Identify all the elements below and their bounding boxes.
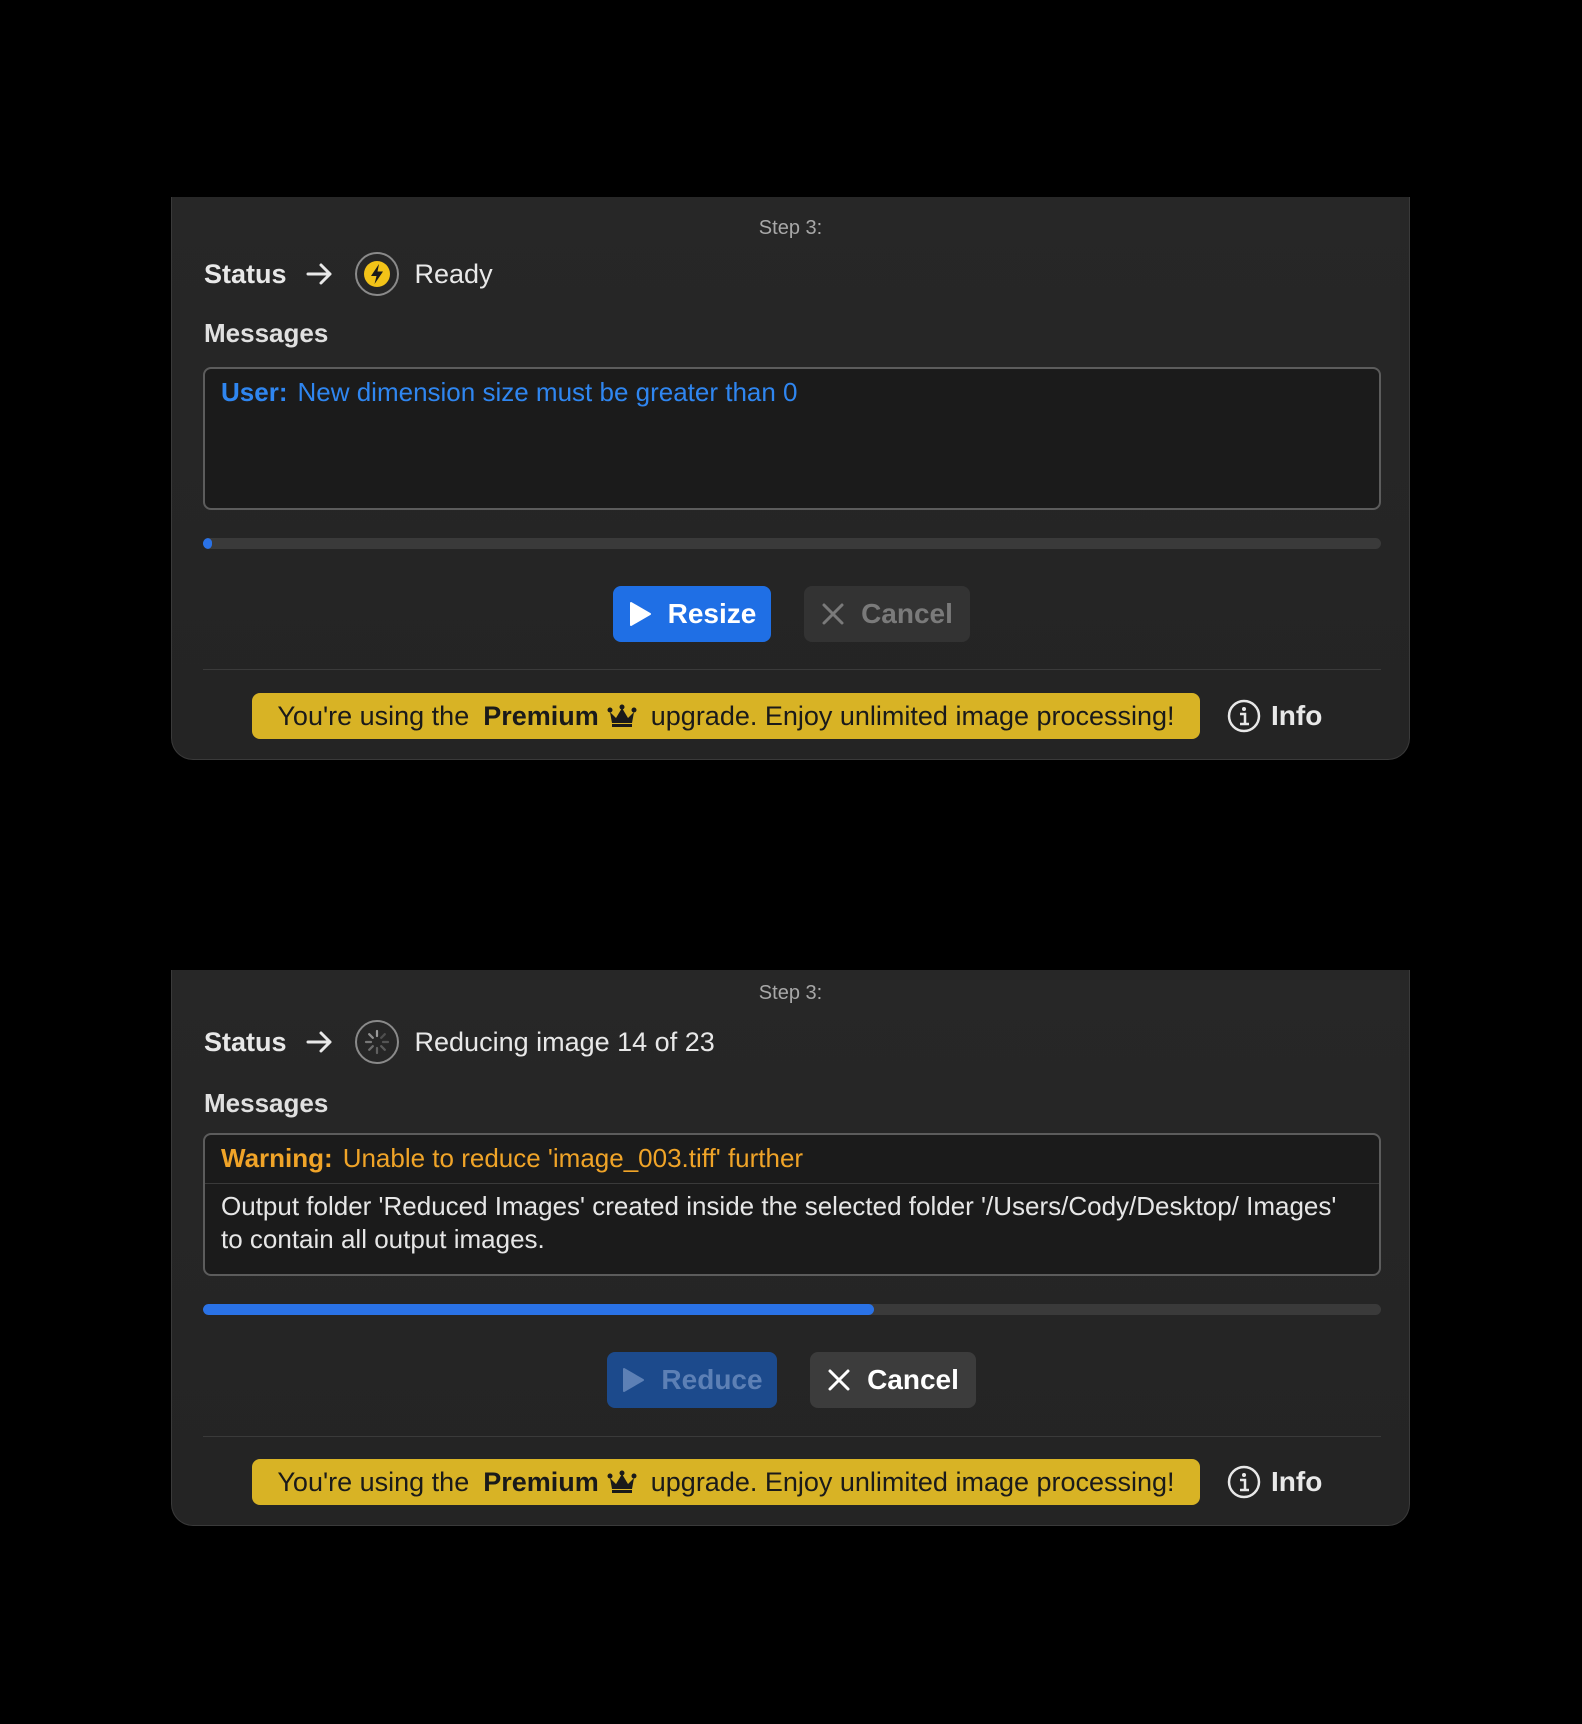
message-tag: User: xyxy=(221,377,288,407)
banner-prefix: You're using the xyxy=(277,1466,470,1497)
play-icon xyxy=(629,602,651,626)
message-info: Output folder 'Reduced Images' created i… xyxy=(221,1191,1337,1254)
cancel-button[interactable]: Cancel xyxy=(810,1352,976,1408)
banner-suffix: upgrade. Enjoy unlimited image processin… xyxy=(650,700,1175,731)
play-icon xyxy=(623,1368,645,1392)
arrow-right-icon xyxy=(306,263,332,285)
info-button[interactable]: Info xyxy=(1227,694,1322,738)
footer-divider xyxy=(203,1436,1381,1437)
close-icon xyxy=(828,1369,850,1391)
message-text: Unable to reduce 'image_003.tiff' furthe… xyxy=(342,1143,804,1173)
progress-bar xyxy=(203,538,1381,549)
info-icon xyxy=(1227,699,1261,733)
message-text: New dimension size must be greater than … xyxy=(297,377,798,407)
info-icon xyxy=(1227,1465,1261,1499)
lightning-icon xyxy=(354,252,399,296)
status-text: Ready xyxy=(414,258,493,289)
progress-fill xyxy=(203,1304,875,1315)
step-label: Step 3: xyxy=(758,982,823,1004)
progress-bar xyxy=(203,1304,1381,1315)
banner-premium: Premium xyxy=(483,700,599,731)
progress-fill xyxy=(203,538,213,549)
info-button[interactable]: Info xyxy=(1227,1460,1322,1504)
status-title: Status xyxy=(204,1026,287,1057)
step-label: Step 3: xyxy=(758,217,823,239)
messages-title: Messages xyxy=(204,1088,329,1118)
messages-title: Messages xyxy=(204,318,329,348)
spinner-icon xyxy=(354,1020,399,1064)
status-row: Status Reducing image 14 of 23 xyxy=(204,1017,715,1067)
banner-premium: Premium xyxy=(483,1466,599,1497)
premium-banner: You're using the Premium upgrade. Enjoy … xyxy=(252,1459,1200,1505)
message-tag: Warning: xyxy=(221,1143,333,1173)
cancel-button[interactable]: Cancel xyxy=(804,586,970,642)
messages-box[interactable]: Warning: Unable to reduce 'image_003.tiff… xyxy=(203,1133,1381,1276)
cancel-button-label: Cancel xyxy=(867,1364,959,1395)
status-text: Reducing image 14 of 23 xyxy=(414,1026,715,1057)
crown-icon xyxy=(607,1470,637,1493)
reduce-button-label: Reduce xyxy=(661,1364,763,1395)
footer-divider xyxy=(203,669,1381,670)
message-user: User: New dimension size must be greater … xyxy=(205,369,1379,409)
messages-box[interactable]: User: New dimension size must be greater … xyxy=(203,367,1381,510)
banner-suffix: upgrade. Enjoy unlimited image processin… xyxy=(650,1466,1175,1497)
status-panel-processing: Step 3: Status Reducing image 14 of 23 M… xyxy=(171,970,1410,1526)
info-button-label: Info xyxy=(1271,700,1323,731)
status-title: Status xyxy=(204,258,287,289)
banner-prefix: You're using the xyxy=(277,700,470,731)
arrow-right-icon xyxy=(306,1031,332,1053)
reduce-button[interactable]: Reduce xyxy=(607,1352,777,1408)
crown-icon xyxy=(607,704,637,727)
cancel-button-label: Cancel xyxy=(861,598,953,629)
status-row: Status Ready xyxy=(204,249,493,299)
premium-banner: You're using the Premium upgrade. Enjoy … xyxy=(252,693,1200,739)
resize-button[interactable]: Resize xyxy=(613,586,771,642)
status-panel-ready: Step 3: Status Ready Messages User: New d… xyxy=(171,197,1410,760)
close-icon xyxy=(822,603,844,625)
info-button-label: Info xyxy=(1271,1466,1323,1497)
message-warning: Warning: Unable to reduce 'image_003.tiff… xyxy=(205,1135,1379,1175)
resize-button-label: Resize xyxy=(667,598,757,629)
